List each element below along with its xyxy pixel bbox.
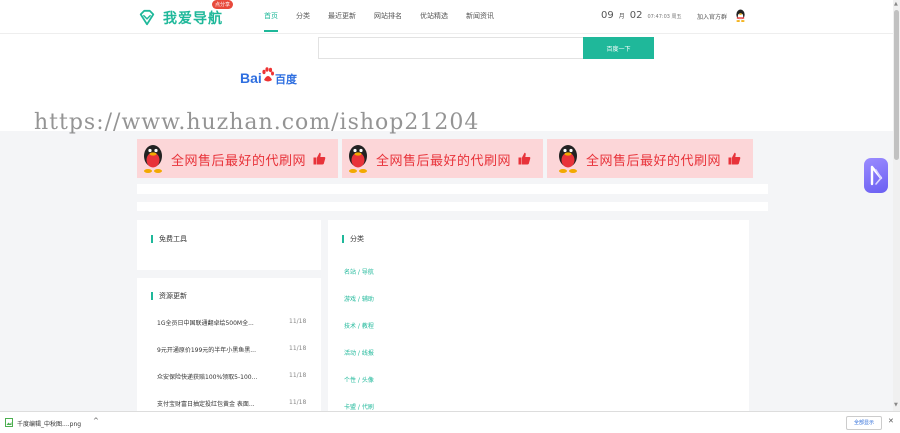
category-item[interactable]: 名站 / 导航	[344, 267, 374, 294]
ad-banner[interactable]: 全网售后最好的代刷网	[342, 139, 543, 178]
baidu-logo-du: 百度	[275, 73, 297, 86]
scroll-up-arrow-icon[interactable]: ▲	[894, 1, 898, 7]
search-button[interactable]: 百度一下	[583, 37, 654, 59]
resource-updates-card: 资源更新 1G全员日中国联通翻卓绘500M全... 11/18 9元开通原价19…	[137, 278, 321, 411]
nav-item-site-ranking[interactable]: 网站排名	[374, 0, 402, 34]
category-item[interactable]: 技术 / 教程	[344, 321, 374, 348]
scroll-down-arrow-icon[interactable]: ▼	[894, 402, 898, 408]
qq-penguin-icon	[144, 145, 162, 173]
baidu-paw-icon	[262, 67, 274, 82]
resource-date: 11/18	[289, 399, 307, 406]
thumbs-up-icon	[313, 152, 326, 165]
category-item[interactable]: 活动 / 线报	[344, 348, 374, 375]
floating-app-icon	[870, 165, 883, 186]
empty-strip	[137, 202, 768, 211]
diamond-logo-icon	[139, 9, 155, 26]
nav-item-featured-sites[interactable]: 优站精选	[420, 0, 448, 34]
time-weekday: 07:47:03 周五	[647, 14, 682, 20]
category-title: 分类	[342, 234, 364, 244]
resource-title: 支付宝财富日抽定投红包黄金 表面...	[157, 401, 255, 408]
chevron-up-icon[interactable]: ^	[93, 417, 99, 425]
ad-banner[interactable]: 全网售后最好的代刷网	[137, 139, 338, 178]
list-item[interactable]: 1G全员日中国联通翻卓绘500M全... 11/18	[157, 318, 307, 345]
image-file-icon	[5, 418, 13, 427]
date-day: 02	[629, 10, 643, 21]
baidu-logo[interactable]: Bai 百度	[240, 67, 300, 90]
thumbs-up-icon	[518, 152, 531, 165]
scroll-thumb[interactable]	[894, 10, 899, 160]
main-nav: 首页 分类 最近更新 网站排名 优站精选 新闻资讯	[264, 0, 512, 34]
banner-text: 全网售后最好的代刷网	[586, 154, 722, 169]
list-item[interactable]: 众安保险快递获赔100%领取5-100... 11/18	[157, 372, 307, 399]
show-all-downloads-button[interactable]: 全部显示	[846, 416, 882, 430]
category-list: 名站 / 导航 游戏 / 辅助 技术 / 教程 活动 / 线报 个性 / 头像 …	[344, 267, 374, 429]
nav-item-news[interactable]: 新闻资讯	[466, 0, 494, 34]
date-display: 09 月 02 07:47:03 周五	[601, 10, 682, 21]
banner-text: 全网售后最好的代刷网	[376, 154, 512, 169]
join-group-link[interactable]: 加入官方群	[697, 12, 727, 21]
resource-date: 11/18	[289, 372, 307, 379]
date-month-unit: 月	[618, 13, 625, 20]
top-navigation-bar: 我爱导航 点分享 首页 分类 最近更新 网站排名 优站精选 新闻资讯 09 月 …	[0, 0, 893, 34]
resource-date: 11/18	[289, 318, 307, 325]
category-card: 分类 名站 / 导航 游戏 / 辅助 技术 / 教程 活动 / 线报 个性 / …	[328, 220, 749, 411]
watermark-text: https://www.huzhan.com/ishop21204	[34, 110, 480, 135]
site-logo[interactable]: 我爱导航 点分享	[138, 0, 234, 28]
page-scrollbar[interactable]: ▲ ▼	[893, 0, 900, 411]
category-item[interactable]: 个性 / 头像	[344, 375, 374, 402]
free-tools-card: 免费工具	[137, 220, 321, 270]
resource-list: 1G全员日中国联通翻卓绘500M全... 11/18 9元开通原价199元的半年…	[157, 318, 307, 426]
resource-title: 1G全员日中国联通翻卓绘500M全...	[157, 320, 254, 327]
search-input[interactable]	[318, 37, 583, 59]
date-month: 09	[601, 10, 614, 21]
nav-item-category[interactable]: 分类	[296, 0, 310, 34]
resource-title: 众安保险快递获赔100%领取5-100...	[157, 374, 258, 381]
resource-title: 9元开通原价199元的半年小黑鱼黑...	[157, 347, 256, 354]
nav-item-recent-updates[interactable]: 最近更新	[328, 0, 356, 34]
category-item[interactable]: 游戏 / 辅助	[344, 294, 374, 321]
download-bar: 千度编辑_中秋图....png ^ 全部显示 ✕	[0, 411, 900, 433]
empty-strip	[137, 184, 768, 194]
resource-updates-title: 资源更新	[151, 291, 187, 301]
qq-penguin-icon	[559, 145, 577, 173]
logo-text: 我爱导航	[163, 11, 223, 27]
thumbs-up-icon	[728, 152, 741, 165]
ad-banner[interactable]: 全网售后最好的代刷网	[547, 139, 753, 178]
download-filename[interactable]: 千度编辑_中秋图....png	[17, 419, 81, 428]
ad-banner-row: 全网售后最好的代刷网 全网售后最好的代刷网 全网售后最好的代刷网	[137, 139, 753, 178]
qq-penguin-icon[interactable]	[735, 9, 746, 22]
free-tools-title: 免费工具	[151, 234, 187, 244]
resource-date: 11/18	[289, 345, 307, 352]
close-icon[interactable]: ✕	[888, 417, 894, 425]
logo-badge: 点分享	[212, 0, 234, 9]
banner-text: 全网售后最好的代刷网	[171, 154, 307, 169]
baidu-logo-bai: Bai	[240, 70, 262, 86]
nav-item-home[interactable]: 首页	[264, 0, 278, 34]
qq-penguin-icon	[349, 145, 367, 173]
floating-app-button[interactable]	[864, 158, 888, 193]
list-item[interactable]: 9元开通原价199元的半年小黑鱼黑... 11/18	[157, 345, 307, 372]
